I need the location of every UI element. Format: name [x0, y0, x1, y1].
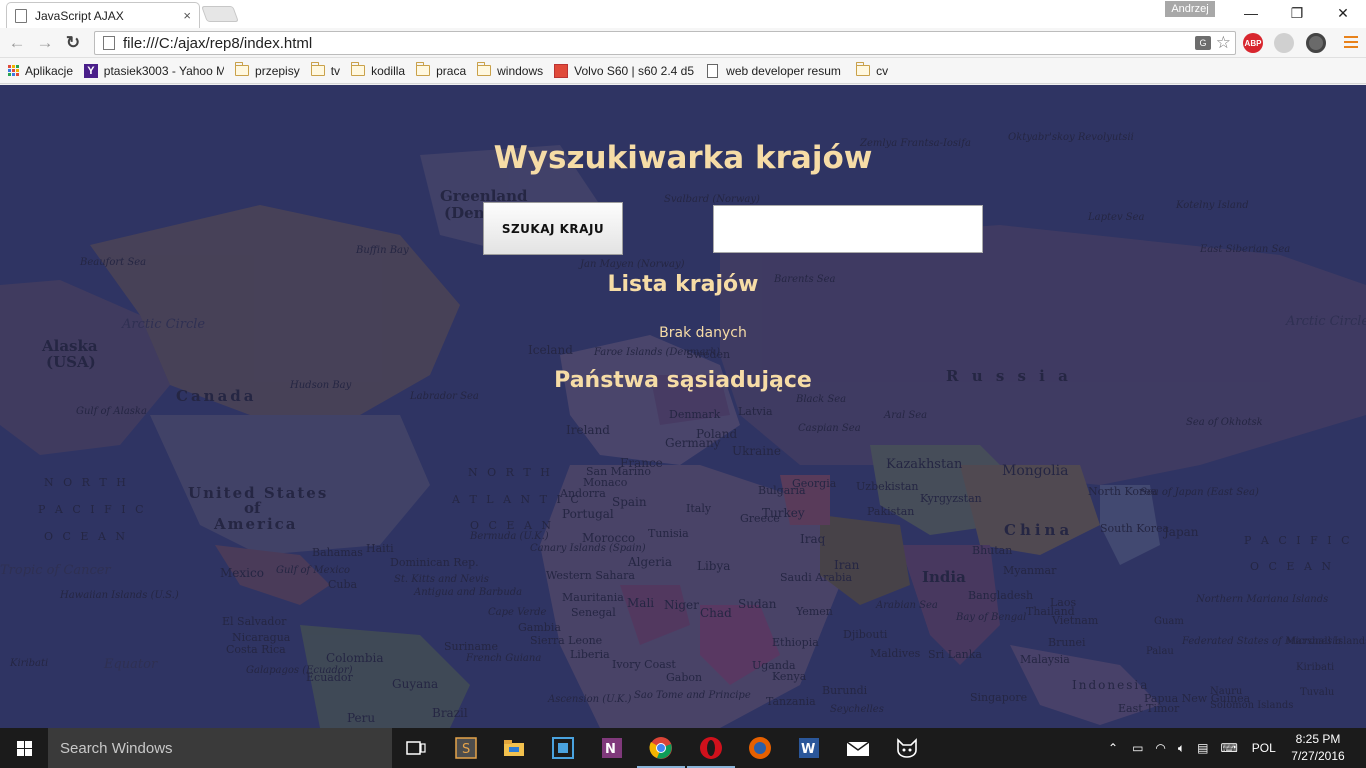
browser-toolbar: ← → ↻ file:///C:/ajax/rep8/index.html G …: [0, 28, 1366, 58]
back-button[interactable]: ←: [6, 32, 28, 54]
bookmark-windows[interactable]: windows: [477, 62, 544, 78]
bookmark-tv[interactable]: tv: [310, 62, 341, 78]
no-data-message: Brak danych: [659, 325, 747, 341]
bookmarks-bar: Aplikacje Y ptasiek3003 - Yahoo M przepi…: [0, 58, 1366, 84]
bookmark-apps[interactable]: Aplikacje: [8, 64, 73, 78]
svg-text:N: N: [605, 742, 616, 757]
country-search-input[interactable]: [713, 205, 983, 253]
notifications-icon[interactable]: ▤: [1197, 741, 1208, 755]
bookmark-web-developer[interactable]: web developer resum: [707, 63, 845, 78]
bookmark-label: ptasiek3003 - Yahoo M: [103, 63, 225, 78]
folder-icon: [235, 62, 250, 76]
bookmark-star-icon[interactable]: ☆: [1216, 33, 1231, 53]
bookmark-cv[interactable]: cv: [856, 62, 889, 78]
battery-icon[interactable]: ▭: [1132, 741, 1143, 755]
taskbar-clock[interactable]: 8:25 PM 7/27/2016: [1288, 731, 1348, 765]
system-tray: ⌃ ▭ ◠ 🔈︎ ▤ ⌨︎ POL: [1108, 728, 1276, 768]
tab-close-icon[interactable]: ×: [183, 8, 191, 23]
folder-icon: [856, 62, 871, 76]
bookmark-praca[interactable]: praca: [416, 62, 467, 78]
bookmark-label: cv: [876, 63, 889, 78]
close-window-button[interactable]: ✕: [1320, 0, 1366, 26]
bookmark-label: web developer resum: [726, 63, 841, 78]
start-button[interactable]: [0, 728, 48, 768]
opera-icon[interactable]: [687, 734, 735, 768]
bookmark-label: windows: [497, 63, 544, 78]
svg-text:S: S: [462, 742, 470, 757]
reload-button[interactable]: ↻: [62, 32, 84, 54]
sublime-text-icon[interactable]: S: [452, 734, 480, 762]
svg-text:W: W: [801, 742, 815, 757]
wifi-icon[interactable]: ◠: [1155, 741, 1165, 755]
minimize-button[interactable]: —: [1228, 0, 1274, 26]
app-content: Wyszukiwarka krajów SZUKAJ KRAJU Lista k…: [0, 85, 1366, 728]
page-icon: [103, 36, 115, 50]
task-view-icon[interactable]: [402, 734, 430, 762]
file-explorer-icon[interactable]: [500, 734, 528, 762]
gmail-icon: [554, 63, 569, 78]
new-tab-button[interactable]: [201, 6, 239, 22]
address-bar[interactable]: file:///C:/ajax/rep8/index.html G ☆: [94, 31, 1236, 55]
folder-icon: [351, 62, 366, 76]
mail-icon[interactable]: [844, 734, 872, 762]
store-icon[interactable]: [549, 734, 577, 762]
search-country-button[interactable]: SZUKAJ KRAJU: [483, 202, 623, 255]
url-text: file:///C:/ajax/rep8/index.html: [123, 34, 313, 52]
forward-button[interactable]: →: [34, 32, 56, 54]
adblock-plus-icon[interactable]: ABP: [1243, 33, 1263, 53]
folder-icon: [416, 62, 431, 76]
clock-date: 7/27/2016: [1291, 749, 1345, 763]
word-icon[interactable]: W: [795, 734, 823, 762]
bookmark-przepisy[interactable]: przepisy: [235, 62, 300, 78]
bookmark-yahoo[interactable]: Y ptasiek3003 - Yahoo M: [84, 63, 225, 78]
clock-time: 8:25 PM: [1295, 732, 1341, 746]
profile-button[interactable]: Andrzej: [1165, 1, 1215, 17]
tab-title: JavaScript AJAX: [35, 8, 124, 23]
volume-icon[interactable]: 🔈︎: [1178, 741, 1185, 756]
windows-taskbar: Search Windows S N W ⌃ ▭ ◠ 🔈︎ ▤ ⌨︎ POL 8…: [0, 728, 1366, 768]
maximize-button[interactable]: ❐: [1274, 0, 1320, 26]
windows-logo-icon: [16, 740, 32, 756]
chrome-menu-icon[interactable]: [1344, 36, 1358, 51]
cast-icon[interactable]: [1274, 33, 1294, 53]
folder-icon: [310, 62, 325, 76]
bookmark-label: Aplikacje: [25, 63, 74, 78]
countries-list-heading: Lista krajów: [607, 272, 759, 297]
tab-javascript-ajax[interactable]: JavaScript AJAX ×: [6, 2, 200, 28]
folder-icon: [477, 62, 492, 76]
show-hidden-icons-icon[interactable]: ⌃: [1108, 741, 1118, 755]
keyboard-icon[interactable]: ⌨︎: [1220, 741, 1237, 755]
page-icon: [15, 8, 27, 23]
browser-tabstrip: JavaScript AJAX × Andrzej — ❐ ✕: [0, 0, 1366, 28]
page-body: Greenland (Den Canada Alaska (USA) Unite…: [0, 85, 1366, 728]
sync-extension-icon[interactable]: [1306, 33, 1326, 53]
chrome-icon[interactable]: [637, 734, 685, 768]
translate-icon[interactable]: G: [1195, 36, 1211, 50]
bookmark-label: Volvo S60 | s60 2.4 d5: [574, 63, 695, 78]
bookmark-volvo[interactable]: Volvo S60 | s60 2.4 d5: [554, 63, 696, 78]
bookmark-kodilla[interactable]: kodilla: [351, 62, 406, 78]
cat-app-icon[interactable]: [893, 734, 921, 762]
onenote-icon[interactable]: N: [598, 734, 626, 762]
bookmark-label: praca: [436, 63, 467, 78]
firefox-icon[interactable]: [746, 734, 774, 762]
document-icon: [707, 63, 719, 78]
bookmark-label: tv: [330, 63, 341, 78]
page-title: Wyszukiwarka krajów: [493, 140, 873, 176]
bookmark-label: kodilla: [371, 63, 406, 78]
apps-icon: [8, 65, 19, 76]
bookmark-label: przepisy: [255, 63, 300, 78]
language-indicator[interactable]: POL: [1252, 741, 1276, 755]
yahoo-icon: Y: [84, 63, 98, 78]
neighbors-heading: Państwa sąsiadujące: [554, 368, 812, 393]
taskbar-search-box[interactable]: Search Windows: [48, 728, 392, 768]
